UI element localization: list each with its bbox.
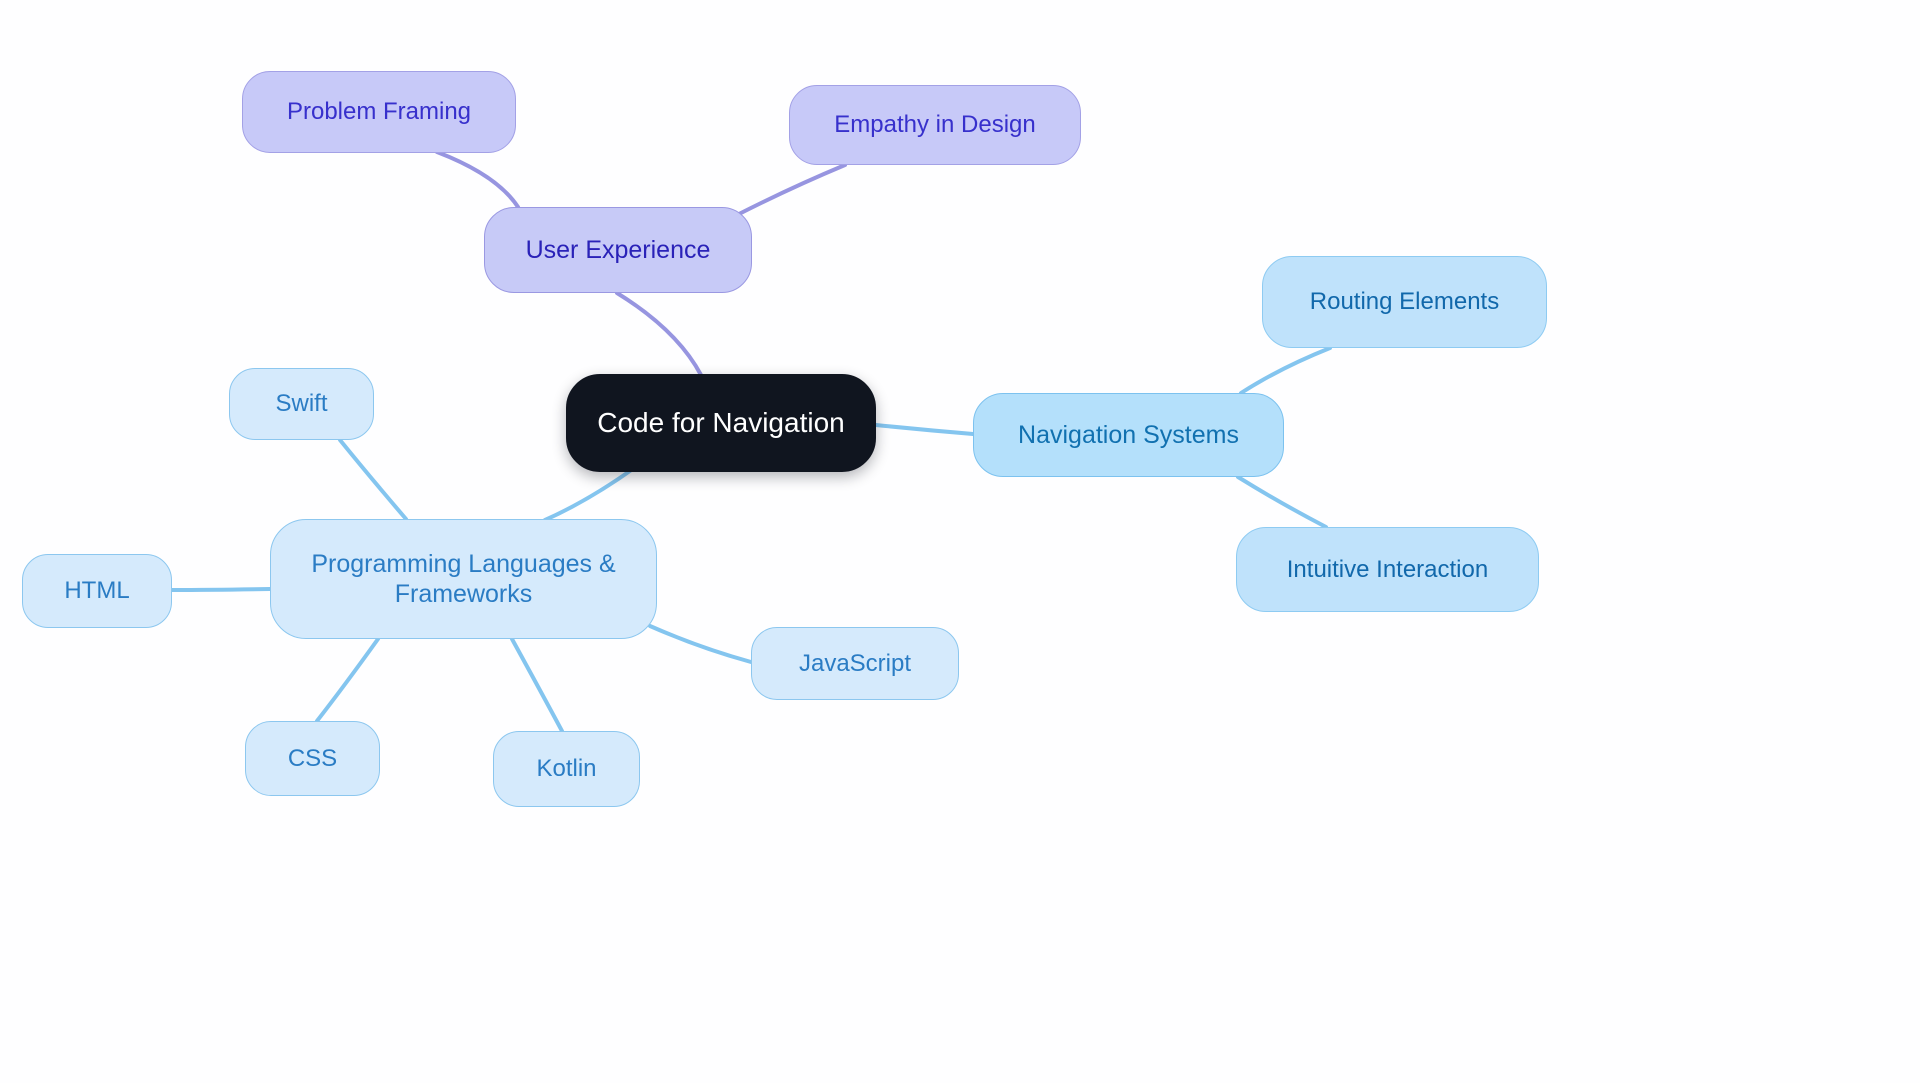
node-javascript[interactable]: JavaScript [751,627,959,700]
node-routing-elements[interactable]: Routing Elements [1262,256,1547,348]
node-intuitive-interaction[interactable]: Intuitive Interaction [1236,527,1539,612]
edge-navigation-systems-routing-elements [1239,346,1332,395]
node-problem-framing[interactable]: Problem Framing [242,71,516,153]
mindmap-canvas: Code for Navigation User Experience Proble… [0,0,1920,1083]
edge-programming-languages-swift [338,438,408,521]
edge-programming-languages-kotlin [510,637,564,733]
edge-programming-languages-javascript [648,624,753,664]
node-ux[interactable]: User Experience [484,207,752,293]
node-html[interactable]: HTML [22,554,172,628]
edge-programming-languages-css [315,637,380,723]
edge-navigation-systems-intuitive-interaction [1236,475,1328,529]
edge-ux-empathy-in-design [735,163,847,217]
node-root[interactable]: Code for Navigation [566,374,876,472]
edge-programming-languages-html [170,587,272,592]
node-programming-languages-frameworks[interactable]: Programming Languages & Frameworks [270,519,657,639]
edge-ux-problem-framing [435,150,520,209]
edge-root-programming-languages [543,464,639,522]
edge-root-ux [615,291,703,377]
edge-root-navigation-systems [874,423,975,436]
node-kotlin[interactable]: Kotlin [493,731,640,807]
node-swift[interactable]: Swift [229,368,374,440]
node-navigation-systems[interactable]: Navigation Systems [973,393,1284,477]
node-css[interactable]: CSS [245,721,380,796]
node-empathy-in-design[interactable]: Empathy in Design [789,85,1081,165]
